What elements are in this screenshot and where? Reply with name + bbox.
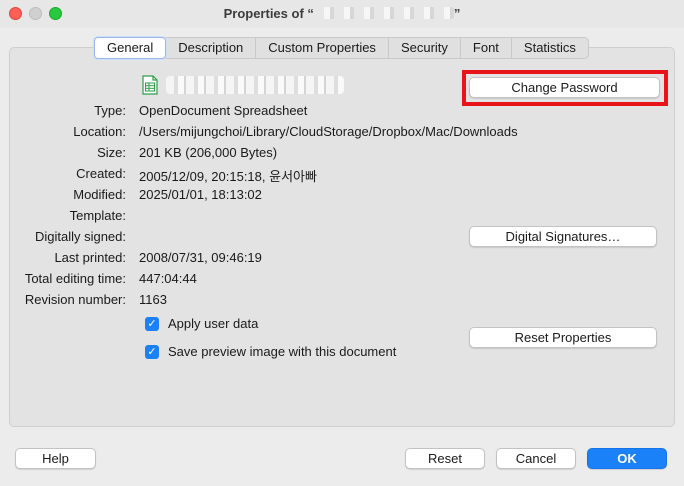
revision-number-value: 1163 <box>139 292 167 307</box>
ok-button[interactable]: OK <box>587 448 667 469</box>
type-label: Type: <box>94 103 126 118</box>
tab-font[interactable]: Font <box>461 38 512 58</box>
digital-signatures-button[interactable]: Digital Signatures… <box>469 226 657 247</box>
created-value: 2005/12/09, 20:15:18, 윤서아빠 <box>139 169 317 184</box>
tab-bar: General Description Custom Properties Se… <box>93 37 589 59</box>
cancel-button[interactable]: Cancel <box>496 448 576 469</box>
reset-properties-button[interactable]: Reset Properties <box>469 327 657 348</box>
size-value: 201 KB (206,000 Bytes) <box>139 145 278 160</box>
spreadsheet-file-icon <box>142 75 158 95</box>
last-printed-label: Last printed: <box>54 250 126 265</box>
location-value: /Users/mijungchoi/Library/CloudStorage/D… <box>139 124 518 139</box>
apply-user-data-checkbox[interactable]: ✓ <box>145 317 159 331</box>
save-preview-label[interactable]: Save preview image with this document <box>168 344 396 359</box>
tab-description[interactable]: Description <box>166 38 257 58</box>
checkmark-icon: ✓ <box>147 346 157 358</box>
tab-general[interactable]: General <box>94 37 167 59</box>
size-label: Size: <box>97 145 126 160</box>
modified-label: Modified: <box>73 187 126 202</box>
window-title-prefix: Properties of “ <box>223 6 314 21</box>
last-printed-value: 2008/07/31, 09:46:19 <box>139 250 262 265</box>
tab-security[interactable]: Security <box>389 38 461 58</box>
window-title-suffix: ” <box>453 6 461 21</box>
window-title: Properties of “ ” <box>0 6 684 21</box>
redacted-file-name <box>313 7 454 19</box>
template-label: Template: <box>69 208 126 223</box>
tab-custom-properties[interactable]: Custom Properties <box>256 38 389 58</box>
revision-number-label: Revision number: <box>24 292 126 307</box>
total-editing-time-label: Total editing time: <box>24 271 126 286</box>
help-button[interactable]: Help <box>15 448 96 469</box>
modified-value: 2025/01/01, 18:13:02 <box>139 187 262 202</box>
location-label: Location: <box>73 124 126 139</box>
tab-statistics[interactable]: Statistics <box>512 38 588 58</box>
total-editing-time-value: 447:04:44 <box>139 271 197 286</box>
file-name-redacted <box>166 76 344 94</box>
created-label: Created: <box>76 166 126 181</box>
change-password-button[interactable]: Change Password <box>469 77 660 98</box>
digitally-signed-label: Digitally signed: <box>34 229 126 244</box>
title-bar: Properties of “ ” <box>0 0 684 28</box>
save-preview-checkbox[interactable]: ✓ <box>145 345 159 359</box>
apply-user-data-label[interactable]: Apply user data <box>168 316 258 331</box>
checkmark-icon: ✓ <box>147 318 157 330</box>
type-value: OpenDocument Spreadsheet <box>139 103 308 118</box>
reset-button[interactable]: Reset <box>405 448 485 469</box>
